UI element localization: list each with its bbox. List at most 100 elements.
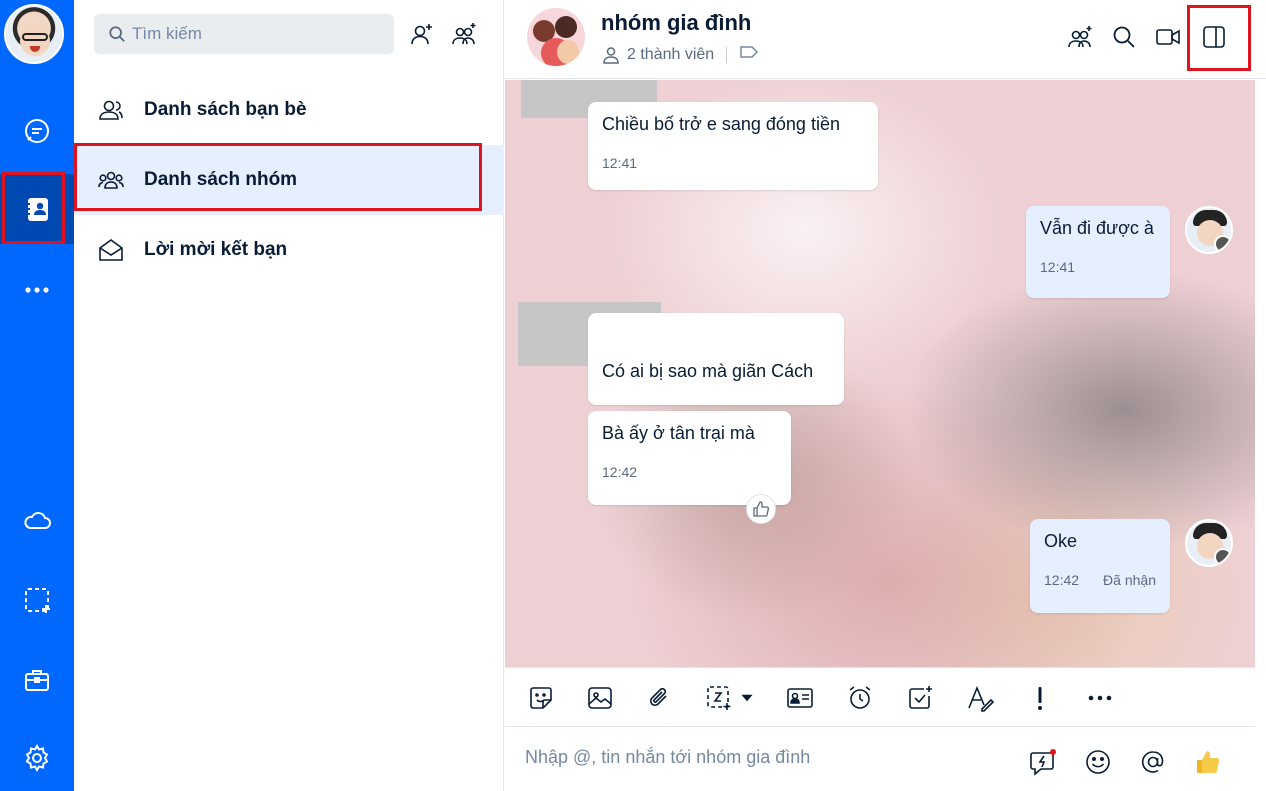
friends-icon bbox=[99, 100, 123, 120]
right-edge-strip bbox=[1255, 80, 1266, 791]
message-time: 12:42 bbox=[1044, 572, 1080, 588]
thumbs-up-icon bbox=[1197, 751, 1220, 773]
create-group-button[interactable] bbox=[450, 20, 478, 48]
text-format-button[interactable] bbox=[964, 682, 996, 714]
contacts-nav[interactable] bbox=[0, 174, 74, 244]
reminder-button[interactable] bbox=[844, 682, 876, 714]
search-chat-button[interactable] bbox=[1109, 22, 1139, 52]
quick-message-button[interactable] bbox=[1028, 747, 1058, 777]
attach-file-button[interactable] bbox=[644, 682, 676, 714]
message-bubble[interactable]: Chiều bố trở e sang đóng tiền 12:41 bbox=[588, 102, 878, 190]
task-button[interactable] bbox=[904, 682, 936, 714]
message-bubble-me[interactable]: Vẫn đi được à 12:41 bbox=[1026, 206, 1170, 298]
add-member-button[interactable] bbox=[1065, 22, 1095, 52]
video-call-button[interactable] bbox=[1153, 22, 1183, 52]
gear-icon bbox=[25, 743, 49, 773]
like-reaction-button[interactable] bbox=[746, 494, 776, 524]
zalo-app: Danh sách bạn bè Danh sách nhóm Lời mời … bbox=[0, 0, 1266, 791]
message-time: 12:42 bbox=[602, 464, 638, 480]
messages-nav[interactable] bbox=[0, 96, 74, 166]
message-composer bbox=[505, 727, 1255, 791]
add-member-icon bbox=[1068, 26, 1092, 48]
delivery-status: Đã nhận bbox=[1103, 572, 1156, 588]
briefcase-nav[interactable] bbox=[0, 645, 74, 715]
sender-avatar[interactable] bbox=[1185, 206, 1233, 254]
message-bubble[interactable]: Bà ấy ở tân trại mà 12:42 bbox=[588, 411, 791, 505]
tag-icon bbox=[740, 46, 759, 58]
more-nav[interactable] bbox=[0, 255, 74, 325]
send-like-button[interactable] bbox=[1193, 747, 1223, 777]
briefcase-icon bbox=[25, 670, 49, 691]
nav-rail bbox=[0, 0, 74, 791]
message-text: Oke bbox=[1044, 531, 1078, 551]
emoji-button[interactable] bbox=[1083, 747, 1113, 777]
add-group-icon bbox=[452, 23, 476, 45]
image-icon bbox=[588, 687, 612, 709]
message-time: 12:41 bbox=[602, 155, 638, 171]
menu-label: Danh sách bạn bè bbox=[144, 99, 307, 120]
at-sign-icon bbox=[1141, 751, 1164, 773]
menu-friends-list[interactable]: Danh sách bạn bè bbox=[74, 75, 504, 145]
sticker-icon bbox=[530, 687, 552, 709]
user-avatar[interactable] bbox=[4, 4, 64, 64]
thumbs-up-icon bbox=[753, 501, 769, 517]
composer-toolbar bbox=[505, 667, 1255, 727]
text-format-icon bbox=[968, 685, 994, 712]
tag-button[interactable] bbox=[739, 44, 765, 65]
group-avatar[interactable] bbox=[527, 8, 585, 66]
mention-button[interactable] bbox=[1138, 747, 1168, 777]
screenshot-icon bbox=[707, 686, 731, 710]
message-bubble[interactable]: Có ai bị sao mà giãn Cách bbox=[588, 313, 844, 405]
image-button[interactable] bbox=[584, 682, 616, 714]
toggle-info-panel-button[interactable] bbox=[1199, 22, 1229, 52]
search-icon bbox=[109, 26, 125, 42]
cloud-nav[interactable] bbox=[0, 486, 74, 556]
message-text: Vẫn đi được à bbox=[1040, 218, 1154, 238]
sidebar-panel-icon bbox=[1203, 26, 1225, 48]
sender-avatar[interactable] bbox=[1185, 519, 1233, 567]
screenshot-nav[interactable] bbox=[0, 565, 74, 635]
search-icon bbox=[1113, 26, 1135, 48]
search-input[interactable] bbox=[132, 24, 372, 44]
member-count[interactable]: 2 thành viên bbox=[627, 46, 714, 64]
contacts-panel: Danh sách bạn bè Danh sách nhóm Lời mời … bbox=[74, 0, 504, 791]
search-box[interactable] bbox=[94, 14, 394, 54]
members-info: 2 thành viên bbox=[601, 44, 765, 65]
message-list[interactable]: Chiều bố trở e sang đóng tiền 12:41 Vẫn … bbox=[505, 80, 1255, 667]
screenshot-options-button[interactable] bbox=[737, 682, 757, 714]
message-input[interactable] bbox=[525, 747, 1005, 768]
add-friend-button[interactable] bbox=[408, 20, 436, 48]
messages-icon bbox=[25, 119, 49, 143]
sticker-button[interactable] bbox=[525, 682, 557, 714]
chat-area: nhóm gia đình 2 thành viên Chiều bố trở … bbox=[505, 0, 1266, 791]
menu-groups-list[interactable]: Danh sách nhóm bbox=[74, 145, 504, 215]
screenshot-tool-button[interactable] bbox=[703, 682, 735, 714]
checkbox-add-icon bbox=[909, 686, 932, 709]
message-bubble-me[interactable]: Oke 12:42 Đã nhận bbox=[1030, 519, 1170, 613]
more-tools-button[interactable] bbox=[1084, 682, 1116, 714]
envelope-open-icon bbox=[99, 239, 123, 261]
contact-card-icon bbox=[787, 688, 813, 708]
group-title[interactable]: nhóm gia đình bbox=[601, 10, 751, 36]
alarm-clock-icon bbox=[849, 686, 871, 709]
divider bbox=[726, 46, 728, 63]
message-text: Bà ấy ở tân trại mà bbox=[602, 423, 755, 443]
lightning-message-icon bbox=[1030, 749, 1056, 776]
screenshot-icon bbox=[25, 588, 50, 613]
menu-label: Lời mời kết bạn bbox=[144, 239, 288, 260]
menu-friend-requests[interactable]: Lời mời kết bạn bbox=[74, 215, 504, 285]
settings-nav[interactable] bbox=[0, 723, 74, 791]
caret-down-icon bbox=[741, 694, 753, 702]
exclamation-icon bbox=[1038, 687, 1042, 710]
message-meta: 12:42 Đã nhận bbox=[1044, 572, 1156, 588]
cloud-icon bbox=[24, 512, 51, 529]
menu-label: Danh sách nhóm bbox=[144, 169, 298, 190]
person-icon bbox=[603, 46, 619, 64]
paperclip-icon bbox=[649, 687, 667, 707]
contact-card-button[interactable] bbox=[784, 682, 816, 714]
chat-header: nhóm gia đình 2 thành viên bbox=[505, 0, 1266, 79]
smiley-icon bbox=[1086, 750, 1110, 774]
urgent-button[interactable] bbox=[1024, 682, 1056, 714]
more-icon bbox=[25, 287, 49, 293]
groups-icon bbox=[98, 171, 124, 189]
